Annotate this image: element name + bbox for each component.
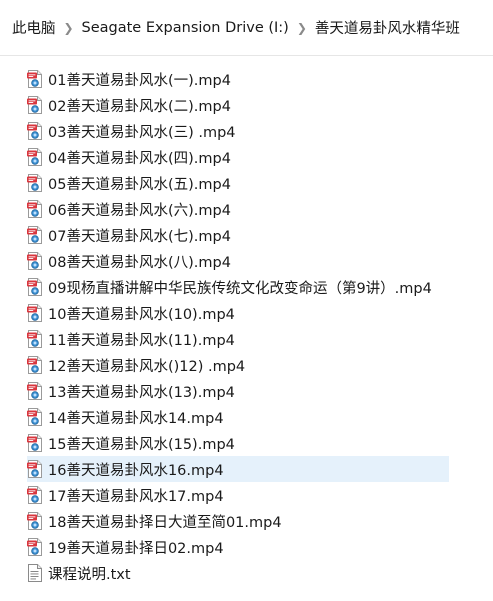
file-row[interactable]: 课程说明.txt	[27, 560, 467, 586]
video-file-icon	[27, 226, 43, 244]
file-name: 03善天道易卦风水(三) .mp4	[48, 124, 236, 141]
video-file-icon	[27, 434, 43, 452]
video-file-icon	[27, 252, 43, 270]
video-file-icon	[27, 408, 43, 426]
video-file-icon	[27, 148, 43, 166]
file-row[interactable]: 01善天道易卦风水(一).mp4	[27, 66, 467, 92]
file-row[interactable]: 02善天道易卦风水(二).mp4	[27, 92, 467, 118]
file-name: 13善天道易卦风水(13).mp4	[48, 384, 235, 401]
file-name: 15善天道易卦风水(15).mp4	[48, 436, 235, 453]
video-file-icon	[27, 70, 43, 88]
video-file-icon	[27, 174, 43, 192]
file-row[interactable]: 09现杨直播讲解中华民族传统文化改变命运（第9讲）.mp4	[27, 274, 467, 300]
file-name: 17善天道易卦风水17.mp4	[48, 488, 224, 505]
breadcrumb: 此电脑 ❯ Seagate Expansion Drive (I:) ❯ 善天道…	[0, 0, 493, 56]
file-row[interactable]: 12善天道易卦风水()12) .mp4	[27, 352, 467, 378]
file-name: 08善天道易卦风水(八).mp4	[48, 254, 231, 271]
video-file-icon	[27, 304, 43, 322]
file-name: 课程说明.txt	[48, 566, 131, 583]
file-row[interactable]: 17善天道易卦风水17.mp4	[27, 482, 467, 508]
file-name: 14善天道易卦风水14.mp4	[48, 410, 224, 427]
file-row[interactable]: 10善天道易卦风水(10).mp4	[27, 300, 467, 326]
video-file-icon	[27, 278, 43, 296]
file-name: 01善天道易卦风水(一).mp4	[48, 72, 231, 89]
breadcrumb-drive[interactable]: Seagate Expansion Drive (I:)	[80, 20, 291, 36]
file-row[interactable]: 11善天道易卦风水(11).mp4	[27, 326, 467, 352]
video-file-icon	[27, 538, 43, 556]
breadcrumb-folder[interactable]: 善天道易卦风水精华班	[313, 17, 462, 38]
file-row[interactable]: 14善天道易卦风水14.mp4	[27, 404, 467, 430]
chevron-right-icon[interactable]: ❯	[291, 21, 313, 35]
file-name: 11善天道易卦风水(11).mp4	[48, 332, 235, 349]
file-row[interactable]: 03善天道易卦风水(三) .mp4	[27, 118, 467, 144]
video-file-icon	[27, 96, 43, 114]
file-name: 18善天道易卦择日大道至简01.mp4	[48, 514, 282, 531]
file-name: 16善天道易卦风水16.mp4	[48, 462, 224, 479]
file-name: 10善天道易卦风水(10).mp4	[48, 306, 235, 323]
file-name: 19善天道易卦择日02.mp4	[48, 540, 224, 557]
file-name: 05善天道易卦风水(五).mp4	[48, 176, 231, 193]
file-name: 12善天道易卦风水()12) .mp4	[48, 358, 246, 375]
video-file-icon	[27, 122, 43, 140]
video-file-icon	[27, 330, 43, 348]
file-name: 04善天道易卦风水(四).mp4	[48, 150, 231, 167]
file-row[interactable]: 06善天道易卦风水(六).mp4	[27, 196, 467, 222]
chevron-right-icon[interactable]: ❯	[58, 21, 80, 35]
breadcrumb-this-pc[interactable]: 此电脑	[10, 17, 58, 38]
video-file-icon	[27, 486, 43, 504]
file-row[interactable]: 04善天道易卦风水(四).mp4	[27, 144, 467, 170]
file-name: 09现杨直播讲解中华民族传统文化改变命运（第9讲）.mp4	[48, 280, 432, 297]
file-row[interactable]: 19善天道易卦择日02.mp4	[27, 534, 467, 560]
file-row[interactable]: 07善天道易卦风水(七).mp4	[27, 222, 467, 248]
file-list: 01善天道易卦风水(一).mp4 02善天道易卦风水(二).mp4 03善天道易…	[27, 66, 467, 586]
video-file-icon	[27, 460, 43, 478]
file-row[interactable]: 13善天道易卦风水(13).mp4	[27, 378, 467, 404]
file-row[interactable]: 05善天道易卦风水(五).mp4	[27, 170, 467, 196]
file-row[interactable]: 08善天道易卦风水(八).mp4	[27, 248, 467, 274]
file-name: 02善天道易卦风水(二).mp4	[48, 98, 231, 115]
text-file-icon	[27, 564, 43, 582]
file-name: 06善天道易卦风水(六).mp4	[48, 202, 231, 219]
video-file-icon	[27, 512, 43, 530]
file-row[interactable]: 18善天道易卦择日大道至简01.mp4	[27, 508, 467, 534]
file-row[interactable]: 16善天道易卦风水16.mp4	[27, 456, 449, 482]
video-file-icon	[27, 356, 43, 374]
video-file-icon	[27, 200, 43, 218]
file-name: 07善天道易卦风水(七).mp4	[48, 228, 231, 245]
video-file-icon	[27, 382, 43, 400]
file-row[interactable]: 15善天道易卦风水(15).mp4	[27, 430, 467, 456]
